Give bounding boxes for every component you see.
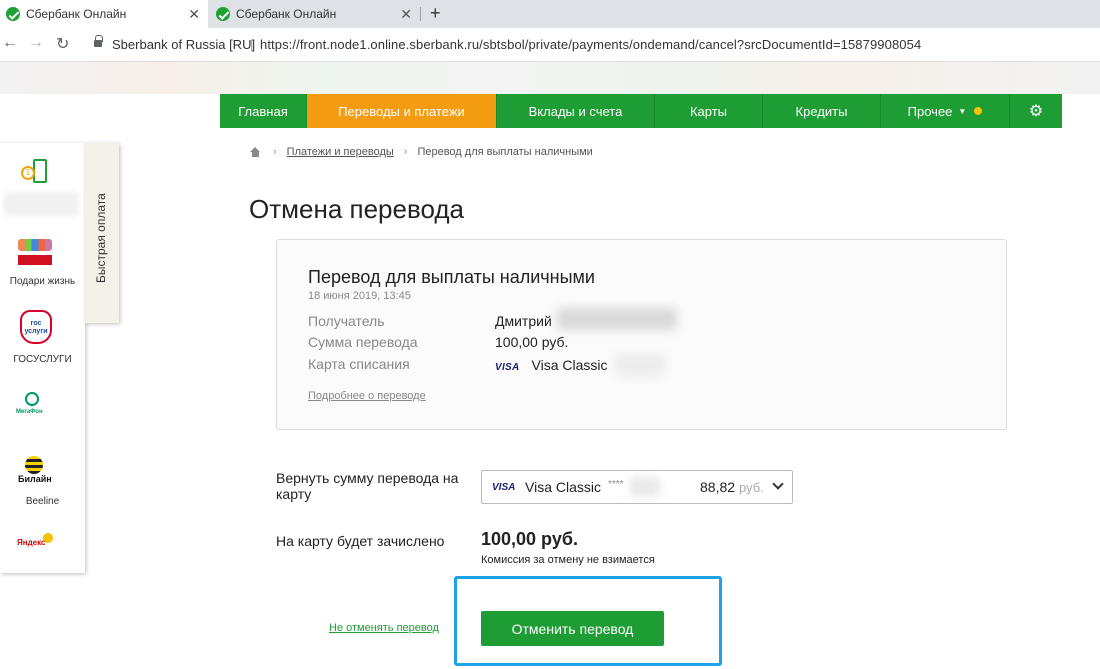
amount-value: 100,00 руб. [495,334,569,350]
cancel-transfer-button[interactable]: Отменить перевод [481,611,664,646]
commission-note: Комиссия за отмену не взимается [481,554,655,566]
blurred-header-strip [0,62,1100,94]
main-navigation: Главная Переводы и платежи Вклады и счет… [220,94,1062,128]
debit-card-label: Карта списания [308,356,410,372]
blurred-label [4,192,78,216]
nav-item-deposits[interactable]: Вклады и счета [497,94,655,128]
megafon-logo-icon[interactable] [25,392,39,406]
beeline-logo-icon[interactable] [25,456,43,474]
bilain-logo-text: Билайн [18,474,52,484]
blurred-card-digits [630,477,660,497]
mobile-payment-icon[interactable] [33,159,47,183]
forward-arrow-icon[interactable]: → [28,34,44,52]
nav-item-cards[interactable]: Карты [655,94,763,128]
yandex-logo-text[interactable]: Яндекс [17,538,45,547]
sberbank-logo-icon [6,7,20,21]
megafon-logo-text: МегаФон [16,409,43,415]
tab-divider [420,7,421,21]
recipient-value: Дмитрий [495,313,552,329]
url-field[interactable]: https://front.node1.online.sberbank.ru/s… [260,37,921,52]
credited-amount: 100,00 руб. [481,529,578,549]
breadcrumb-link-payments[interactable]: Платежи и переводы [287,146,394,158]
gosuslugi-logo-icon[interactable]: гос услуги [20,310,52,344]
nav-item-other[interactable]: Прочее ▼ [881,94,1010,128]
transfer-info-card: Перевод для выплаты наличными 18 июня 20… [276,239,1007,430]
browser-tab-1[interactable]: Сбербанк Онлайн ✕ [0,0,208,28]
gear-icon: ⚙ [1028,103,1044,120]
nav-item-home[interactable]: Главная [220,94,307,128]
nav-item-loans[interactable]: Кредиты [763,94,881,128]
browser-tab-2[interactable]: Сбербанк Онлайн ✕ [210,0,420,28]
selected-card-name: Visa Classic [525,479,601,495]
blurred-recipient-surname [557,308,677,330]
credited-label: На карту будет зачислено [276,533,445,549]
card-balance-currency: руб. [739,480,764,495]
home-icon[interactable] [250,147,261,157]
breadcrumb: › Платежи и переводы › Перевод для выпла… [250,146,593,158]
tab-title: Сбербанк Онлайн [236,7,337,21]
debit-card-value: VISA Visa Classic [495,357,608,373]
notification-dot-icon [974,107,983,115]
recipient-label: Получатель [308,313,385,329]
quick-payment-tab-label: Быстрая оплата [94,193,108,283]
settings-button[interactable]: ⚙ [1010,94,1062,128]
reload-icon[interactable]: ↻ [56,34,69,54]
quick-payment-tab[interactable]: Быстрая оплата [85,143,119,323]
transfer-details-link[interactable]: Подробнее о переводе [308,390,426,402]
breadcrumb-separator: › [403,146,408,158]
breadcrumb-separator: › [273,146,277,158]
return-card-label: Вернуть сумму перевода на карту [276,470,459,502]
visa-logo-icon: VISA [492,482,516,493]
dont-cancel-link[interactable]: Не отменять перевод [329,622,439,634]
back-arrow-icon[interactable]: ← [2,34,18,52]
address-separator: | [250,37,254,52]
nav-item-transfers[interactable]: Переводы и платежи [307,94,497,128]
coin-icon: 1 [21,166,35,180]
quick-item-gosuslugi[interactable]: ГОСУСЛУГИ [0,354,85,365]
chevron-down-icon[interactable] [772,478,784,490]
visa-logo-icon: VISA [495,362,520,373]
return-card-select[interactable]: VISA Visa Classic **** 88,82 руб. [481,470,793,504]
transfer-date: 18 июня 2019, 13:45 [308,290,411,302]
close-tab-icon[interactable]: ✕ [188,6,200,23]
blurred-card-number [615,354,665,376]
podari-zhizn-logo-icon[interactable] [18,239,52,251]
new-tab-button[interactable]: + [430,3,441,24]
quick-item-podari-zhizn[interactable]: Подари жизнь [0,276,85,287]
tab-title: Сбербанк Онлайн [26,7,127,21]
yandex-coin-icon [43,533,53,543]
browser-tab-bar: Сбербанк Онлайн ✕ Сбербанк Онлайн ✕ + [0,0,1100,28]
page-title: Отмена перевода [249,194,465,224]
podari-zhizn-bar-icon [18,255,52,265]
site-identity[interactable]: Sberbank of Russia [RU] [112,37,255,52]
caret-down-icon: ▼ [958,106,967,116]
card-balance: 88,82 [700,479,736,495]
sberbank-logo-icon [216,7,230,21]
lock-icon[interactable] [94,35,103,47]
card-title: Перевод для выплаты наличными [308,267,595,287]
card-number-mask: **** [608,479,624,490]
breadcrumb-current: Перевод для выплаты наличными [417,146,593,158]
close-tab-icon[interactable]: ✕ [400,6,412,23]
quick-item-beeline[interactable]: Beeline [0,496,85,507]
amount-label: Сумма перевода [308,334,418,350]
